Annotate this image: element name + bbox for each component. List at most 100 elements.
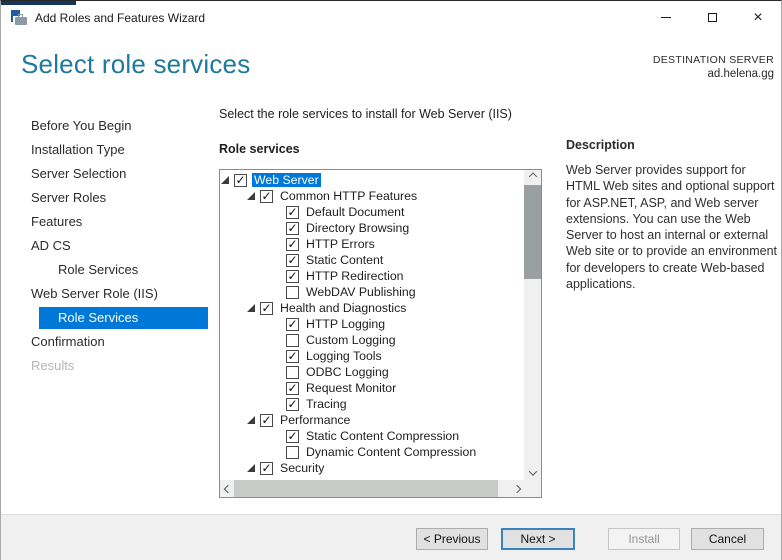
tree-item-http-redirection[interactable]: ✓ HTTP Redirection [220,268,524,284]
checkbox-checked[interactable]: ✓ [286,254,299,267]
sidebar-item-confirmation[interactable]: Confirmation [1,330,211,354]
checkbox-checked[interactable]: ✓ [286,238,299,251]
minimize-icon [661,17,671,18]
tree-item-static-content-compression[interactable]: ✓ Static Content Compression [220,428,524,444]
tree-item-web-server[interactable]: ✓Web Server [220,172,524,188]
title-bar: Add Roles and Features Wizard × [1,2,781,33]
scroll-up-button[interactable] [524,170,541,185]
tree-item-label: Static Content Compression [304,429,461,443]
tree-item-webdav-publishing[interactable]: WebDAV Publishing [220,284,524,300]
checkbox-checked[interactable]: ✓ [286,222,299,235]
checkbox-checked[interactable]: ✓ [234,174,247,187]
tree-item-request-monitor[interactable]: ✓ Request Monitor [220,380,524,396]
previous-button[interactable]: < Previous [416,528,488,550]
checkbox-unchecked[interactable] [286,334,299,347]
indent-spacer [273,272,286,280]
checkbox-checked[interactable]: ✓ [286,350,299,363]
indent-spacer [273,352,286,360]
install-button: Install [608,528,680,550]
scroll-left-button[interactable] [220,480,235,497]
tree-item-label: ODBC Logging [304,365,391,379]
indent-spacer [273,448,286,456]
vertical-scrollbar-thumb[interactable] [524,185,541,279]
checkbox-checked[interactable]: ✓ [260,302,273,315]
tree-item-static-content[interactable]: ✓Static Content [220,252,524,268]
instruction-text: Select the role services to install for … [219,107,512,121]
maximize-icon [708,13,717,22]
checkbox-checked[interactable]: ✓ [286,206,299,219]
sidebar-item-installation-type[interactable]: Installation Type [1,138,211,162]
tree-item-label: HTTP Logging [304,317,387,331]
tree-item-http-logging[interactable]: ✓ HTTP Logging [220,316,524,332]
wizard-window: Add Roles and Features Wizard × Select r… [0,0,782,560]
minimize-button[interactable] [643,2,689,33]
sidebar-item-web-server-role-iis[interactable]: Web Server Role (IIS) [1,282,211,306]
checkbox-checked[interactable]: ✓ [260,462,273,475]
sidebar-item-features[interactable]: Features [1,210,211,234]
checkbox-unchecked[interactable] [286,446,299,459]
scrollbar-corner [524,480,541,497]
checkbox-checked[interactable]: ✓ [260,414,273,427]
tree-item-performance[interactable]: ✓Performance [220,412,524,428]
expand-triangle-icon[interactable] [247,304,260,312]
tree-item-dynamic-content-compression[interactable]: Dynamic Content Compression [220,444,524,460]
checkbox-checked[interactable]: ✓ [286,430,299,443]
tree-item-health-and-diagnostics[interactable]: ✓Health and Diagnostics [220,300,524,316]
sidebar-item-server-selection[interactable]: Server Selection [1,162,211,186]
scroll-right-button[interactable] [509,480,524,497]
role-services-label: Role services [219,142,300,156]
tree-item-tracing[interactable]: ✓Tracing [220,396,524,412]
tree-item-label: HTTP Redirection [304,269,406,283]
sidebar-nav: Before You BeginInstallation TypeServer … [1,114,211,378]
indent-spacer [273,288,286,296]
expand-triangle-icon[interactable] [247,192,260,200]
sidebar-item-ad-cs[interactable]: AD CS [1,234,211,258]
tree-item-default-document[interactable]: ✓Default Document [220,204,524,220]
scroll-down-button[interactable] [524,465,541,480]
checkbox-checked[interactable]: ✓ [286,318,299,331]
chevron-left-icon [223,484,231,492]
checkbox-checked[interactable]: ✓ [286,270,299,283]
tree-item-http-errors[interactable]: ✓ HTTP Errors [220,236,524,252]
checkbox-unchecked[interactable] [286,366,299,379]
checkbox-checked[interactable]: ✓ [286,398,299,411]
next-button[interactable]: Next > [501,528,575,550]
sidebar-item-role-services[interactable]: Role Services [1,258,211,282]
tree-item-label: Custom Logging [304,333,398,347]
sidebar-item-before-you-begin[interactable]: Before You Begin [1,114,211,138]
chevron-up-icon [528,172,536,180]
tree-item-directory-browsing[interactable]: ✓Directory Browsing [220,220,524,236]
vertical-scrollbar[interactable] [524,170,541,480]
destination-server-label: DESTINATION SERVER [653,54,774,66]
indent-spacer [273,432,286,440]
tree-item-logging-tools[interactable]: ✓Logging Tools [220,348,524,364]
tree-item-label: Security [278,461,326,475]
indent-spacer [273,224,286,232]
checkbox-unchecked[interactable] [286,286,299,299]
close-button[interactable]: × [735,2,781,33]
indent-spacer [273,384,286,392]
expand-triangle-icon[interactable] [221,176,234,184]
tree-item-common-http-features[interactable]: ✓Common HTTP Features [220,188,524,204]
tree-item-security[interactable]: ✓ Security [220,460,524,476]
expand-triangle-icon[interactable] [247,416,260,424]
sidebar-item-role-services[interactable]: Role Services [39,307,208,329]
maximize-button[interactable] [689,2,735,33]
cancel-button[interactable]: Cancel [691,528,764,550]
sidebar-item-server-roles[interactable]: Server Roles [1,186,211,210]
checkbox-checked[interactable]: ✓ [286,382,299,395]
checkbox-checked[interactable]: ✓ [260,190,273,203]
tree-item-custom-logging[interactable]: Custom Logging [220,332,524,348]
indent-spacer [273,336,286,344]
tree-item-label: Request Monitor [304,381,398,395]
tree-item-label: HTTP Errors [304,237,377,251]
indent-spacer [273,400,286,408]
horizontal-scrollbar-thumb[interactable] [234,480,498,497]
description-heading: Description [566,138,778,152]
chevron-down-icon [528,467,536,475]
tree-item-odbc-logging[interactable]: ODBC Logging [220,364,524,380]
horizontal-scrollbar[interactable] [220,480,524,497]
expand-triangle-icon[interactable] [247,464,260,472]
destination-server-block: DESTINATION SERVER ad.helena.gg [653,54,774,80]
tree-item-label: WebDAV Publishing [304,285,418,299]
